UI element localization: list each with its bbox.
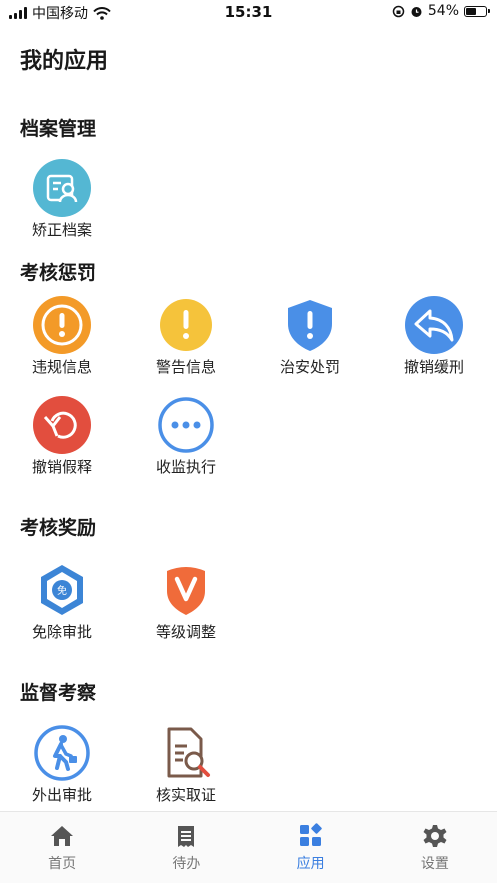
svg-text:免: 免 <box>57 584 67 597</box>
alarm-icon <box>411 6 422 17</box>
orientation-lock-icon <box>392 5 405 17</box>
tab-label: 应用 <box>296 856 325 872</box>
app-label: 矫正档案 <box>31 221 92 239</box>
section-title-penalty: 考核惩罚 <box>20 262 97 284</box>
app-exemption-approval[interactable]: 免 免除审批 <box>0 561 124 642</box>
exclamation-circle-icon <box>33 296 91 354</box>
tab-label: 待办 <box>172 856 201 872</box>
app-revoke-probation[interactable]: 撤销缓刑 <box>372 296 496 377</box>
apps-grid-icon <box>299 823 322 846</box>
warning-icon <box>160 299 212 351</box>
undo-arrow-icon <box>33 396 91 454</box>
bottom-tab-bar: 首页 待办 应用 设置 <box>0 811 497 883</box>
app-label: 核实取证 <box>155 786 216 804</box>
app-label: 免除审批 <box>31 623 92 641</box>
app-label: 收监执行 <box>155 458 216 476</box>
v-shield-icon <box>167 567 205 615</box>
tab-label: 首页 <box>48 856 77 872</box>
app-label: 外出审批 <box>31 786 92 804</box>
section-title-supervision: 监督考察 <box>20 682 97 704</box>
walking-person-icon <box>34 725 90 781</box>
app-label: 撤销假释 <box>31 458 92 476</box>
tab-apps[interactable]: 应用 <box>249 812 373 883</box>
exempt-badge-icon: 免 <box>41 565 83 615</box>
tab-todo[interactable]: 待办 <box>124 812 248 883</box>
app-violation-info[interactable]: 违规信息 <box>0 296 124 377</box>
app-verify-evidence[interactable]: 核实取证 <box>124 724 248 805</box>
tab-label: 设置 <box>420 856 449 872</box>
app-revoke-parole[interactable]: 撤销假释 <box>0 396 124 477</box>
tab-home[interactable]: 首页 <box>0 812 124 883</box>
status-bar: 中国移动 15:31 54% <box>0 0 497 26</box>
page-title: 我的应用 <box>20 49 109 74</box>
app-level-adjustment[interactable]: 等级调整 <box>124 561 248 642</box>
gear-icon <box>423 825 447 847</box>
revoke-arrow-icon <box>405 296 463 354</box>
app-label: 等级调整 <box>155 623 216 641</box>
app-outing-approval[interactable]: 外出审批 <box>0 724 124 805</box>
app-label: 治安处罚 <box>279 358 340 376</box>
id-card-icon <box>33 159 91 217</box>
app-public-security-penalty[interactable]: 治安处罚 <box>248 296 372 377</box>
section-title-archive: 档案管理 <box>20 118 97 140</box>
app-correction-archive[interactable]: 矫正档案 <box>0 159 124 240</box>
todo-list-icon <box>178 826 195 847</box>
home-icon <box>51 826 74 846</box>
status-right: 54% <box>392 3 490 19</box>
section-title-reward: 考核奖励 <box>20 517 97 539</box>
app-prison-execution[interactable]: 收监执行 <box>124 396 248 477</box>
app-warning-info[interactable]: 警告信息 <box>124 296 248 377</box>
app-label: 撤销缓刑 <box>403 358 464 376</box>
app-label: 警告信息 <box>155 358 216 376</box>
tab-settings[interactable]: 设置 <box>373 812 497 883</box>
more-dots-icon <box>158 397 214 453</box>
app-label: 违规信息 <box>31 358 92 376</box>
shield-exclamation-icon <box>288 300 332 351</box>
document-search-icon <box>167 727 210 778</box>
battery-percent: 54% <box>427 3 459 19</box>
battery-icon <box>464 5 490 17</box>
